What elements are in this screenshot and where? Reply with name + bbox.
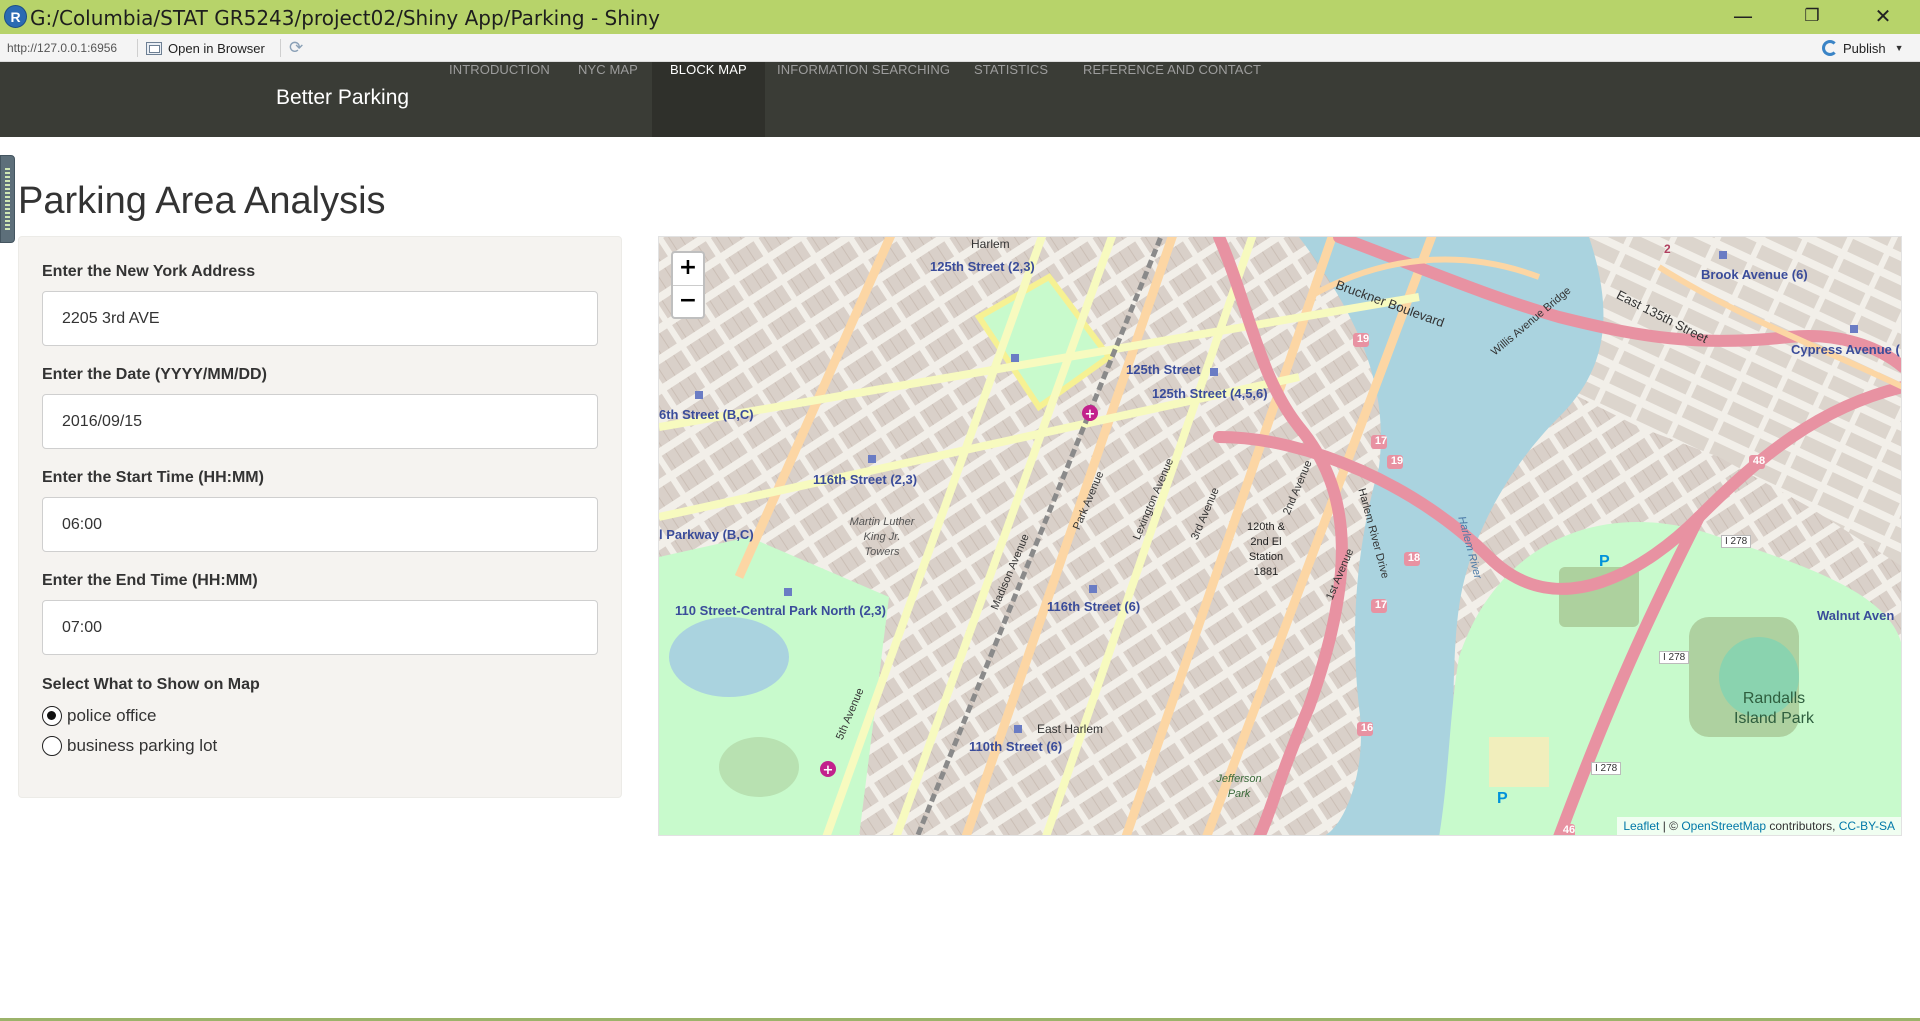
nav-tab-block-map[interactable]: BLOCK MAP bbox=[652, 62, 765, 137]
map-label-jefferson-park: Jefferson Park bbox=[1216, 773, 1262, 800]
map-label-station-1881: 120th & 2nd El Station 1881 bbox=[1247, 521, 1285, 578]
navbar: Better Parking INTRODUCTION NYC MAP BLOC… bbox=[0, 62, 1920, 137]
address-input[interactable]: 2205 3rd AVE bbox=[42, 291, 598, 346]
map-label-east-harlem: East Harlem bbox=[1037, 722, 1104, 736]
nav-tab-reference-and-contact[interactable]: REFERENCE AND CONTACT bbox=[1065, 62, 1279, 137]
parking-icon: P bbox=[1599, 553, 1610, 570]
publish-label: Publish bbox=[1843, 40, 1886, 56]
url-display: http://127.0.0.1:6956 bbox=[7, 41, 118, 55]
svg-text:+: + bbox=[823, 763, 834, 778]
map-label-125th-street-456: 125th Street (4,5,6) bbox=[1152, 386, 1268, 401]
map-label-110-street-central-park-north: 110 Street-Central Park North (2,3) bbox=[675, 603, 886, 618]
input-sidebar: Enter the New York Address 2205 3rd AVE … bbox=[18, 236, 622, 798]
toolbar-divider bbox=[137, 39, 138, 57]
show-on-map-label: Select What to Show on Map bbox=[42, 676, 260, 693]
minimize-button[interactable]: — bbox=[1720, 0, 1766, 34]
zoom-out-button[interactable]: − bbox=[673, 285, 703, 317]
date-input[interactable]: 2016/09/15 bbox=[42, 394, 598, 449]
interstate-label-i278: I 278 bbox=[1659, 651, 1690, 664]
publish-icon bbox=[1822, 40, 1838, 56]
attribution-separator: | © bbox=[1659, 819, 1682, 833]
radio-label-business-parking-lot: business parking lot bbox=[67, 736, 218, 755]
close-button[interactable]: ✕ bbox=[1860, 0, 1906, 34]
r-logo-icon: R bbox=[4, 5, 27, 28]
parking-icon: P bbox=[1497, 790, 1508, 807]
radio-button-unchecked[interactable] bbox=[42, 736, 62, 756]
map-label-125th-street: 125th Street bbox=[1126, 362, 1201, 377]
map-label-randalls-island-park: Randalls Island Park bbox=[1733, 690, 1815, 727]
map-attribution: Leaflet | © OpenStreetMap contributors, … bbox=[1617, 817, 1901, 835]
route-shield-17: 17 bbox=[1374, 599, 1388, 611]
refresh-icon[interactable]: ⟳ bbox=[289, 38, 303, 58]
start-time-input[interactable]: 06:00 bbox=[42, 497, 598, 552]
route-shield-46: 46 bbox=[1562, 824, 1576, 836]
map-label-mlk-towers: Martin Luther King Jr. Towers bbox=[849, 516, 915, 558]
zoom-control: + − bbox=[671, 251, 705, 319]
browser-window-icon bbox=[146, 41, 162, 55]
map-label-110th-street-6: 110th Street (6) bbox=[969, 739, 1063, 754]
route-shield-19: 19 bbox=[1356, 333, 1370, 345]
map-label-parkway-bc: l Parkway (B,C) bbox=[659, 527, 754, 542]
window-title: G:/Columbia/STAT GR5243/project02/Shiny … bbox=[30, 6, 660, 30]
end-time-input[interactable]: 07:00 bbox=[42, 600, 598, 655]
chevron-down-icon: ▼ bbox=[1894, 43, 1904, 53]
maximize-button[interactable]: ❐ bbox=[1789, 0, 1835, 34]
map-label-cypress-avenue: Cypress Avenue ( bbox=[1791, 342, 1900, 357]
open-in-browser-label: Open in Browser bbox=[168, 40, 265, 56]
radio-button-checked[interactable] bbox=[42, 706, 62, 726]
address-label: Enter the New York Address bbox=[42, 263, 256, 280]
route-shield-17: 17 bbox=[1374, 435, 1388, 447]
navbar-brand[interactable]: Better Parking bbox=[276, 86, 409, 110]
attribution-contributors: contributors, bbox=[1766, 819, 1839, 833]
map-label-walnut-avenue: Walnut Aven bbox=[1817, 608, 1895, 623]
route-shield-16: 16 bbox=[1360, 722, 1374, 734]
toolbar-divider bbox=[280, 39, 281, 57]
radio-police-office[interactable]: police office bbox=[42, 704, 156, 728]
nav-tab-introduction[interactable]: INTRODUCTION bbox=[431, 62, 568, 137]
nav-tab-statistics[interactable]: STATISTICS bbox=[956, 62, 1066, 137]
route-label-2: 2 bbox=[1664, 242, 1671, 256]
page-title: Parking Area Analysis bbox=[18, 180, 386, 222]
route-shield-48: 48 bbox=[1752, 455, 1766, 467]
map-label-125th-street-23: 125th Street (2,3) bbox=[930, 259, 1035, 274]
svg-text:+: + bbox=[1085, 407, 1096, 422]
map-label-6th-street-bc: 6th Street (B,C) bbox=[659, 407, 754, 422]
interstate-label-i278: I 278 bbox=[1721, 535, 1752, 548]
viewer-toolbar: http://127.0.0.1:6956 Open in Browser ⟳ … bbox=[0, 34, 1920, 62]
nav-tab-nyc-map[interactable]: NYC MAP bbox=[560, 62, 656, 137]
cc-by-sa-link[interactable]: CC-BY-SA bbox=[1839, 819, 1895, 833]
date-label: Enter the Date (YYYY/MM/DD) bbox=[42, 366, 267, 383]
window-title-bar: R G:/Columbia/STAT GR5243/project02/Shin… bbox=[0, 0, 1920, 34]
publish-button[interactable]: Publish ▼ bbox=[1822, 39, 1904, 57]
map-label-116th-street-6: 116th Street (6) bbox=[1047, 599, 1141, 614]
map-label-116th-street-23: 116th Street (2,3) bbox=[813, 472, 918, 487]
map-label-harlem: Harlem bbox=[971, 237, 1010, 251]
open-in-browser-button[interactable]: Open in Browser bbox=[146, 39, 265, 57]
radio-business-parking-lot[interactable]: business parking lot bbox=[42, 734, 217, 758]
interstate-label-i278: I 278 bbox=[1591, 762, 1622, 775]
start-time-label: Enter the Start Time (HH:MM) bbox=[42, 469, 264, 486]
openstreetmap-link[interactable]: OpenStreetMap bbox=[1681, 819, 1766, 833]
zoom-in-button[interactable]: + bbox=[673, 253, 703, 285]
leaflet-link[interactable]: Leaflet bbox=[1623, 819, 1659, 833]
radio-label-police-office: police office bbox=[67, 706, 157, 725]
nav-tab-information-searching[interactable]: INFORMATION SEARCHING bbox=[759, 62, 968, 137]
leaflet-map[interactable]: + + Harlem 125th Street (2,3) 125th Stre… bbox=[658, 236, 1902, 836]
route-shield-19: 19 bbox=[1390, 455, 1404, 467]
end-time-label: Enter the End Time (HH:MM) bbox=[42, 572, 258, 589]
route-shield-18: 18 bbox=[1407, 552, 1421, 564]
side-drag-handle[interactable] bbox=[0, 155, 15, 243]
map-label-brook-avenue: Brook Avenue (6) bbox=[1701, 267, 1808, 282]
